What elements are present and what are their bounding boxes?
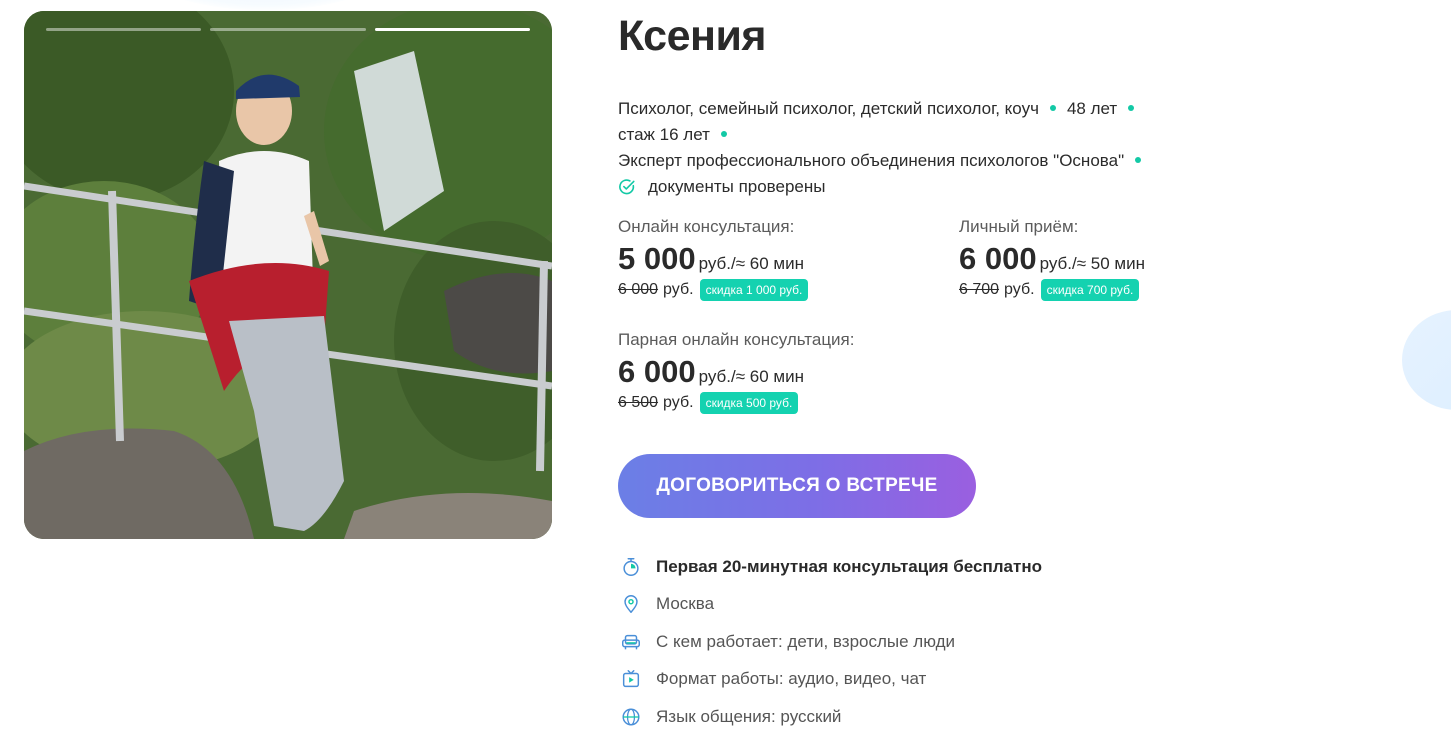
price-amount: 5 000 (618, 241, 696, 276)
gallery-progress-segment-3-active[interactable] (374, 28, 530, 31)
old-price: 6 000 (618, 281, 659, 298)
profile-age: 48 лет (1066, 99, 1118, 118)
documents-verified-label: документы проверены (648, 177, 826, 196)
price-amount: 6 000 (618, 354, 696, 389)
profile-name: Ксения (618, 12, 767, 60)
price-in-person: Личный приём: 6 000 руб./≈ 50 мин 6 700 ру… (959, 217, 1145, 301)
feature-text: Формат работы: аудио, видео, чат (656, 669, 927, 689)
price-unit: руб./≈ 60 мин (698, 254, 804, 273)
profile-specializations: Психолог, семейный психолог, детский пси… (618, 99, 1039, 118)
check-circle-icon (619, 179, 635, 195)
gallery-progress-segment-2[interactable] (210, 28, 366, 31)
price-unit: руб./≈ 50 мин (1039, 254, 1145, 273)
gallery-progress (46, 28, 530, 31)
background-decor-top (150, 0, 380, 10)
location-pin-icon (618, 591, 644, 617)
price-amount: 6 000 (959, 241, 1037, 276)
profile-photo (24, 11, 552, 539)
feature-clients: С кем работает: дети, взрослые люди (618, 623, 1042, 661)
separator-dot (1135, 157, 1142, 164)
profile-photo-gallery[interactable] (24, 11, 552, 539)
gallery-progress-segment-1[interactable] (46, 28, 202, 31)
feature-text: Первая 20-минутная консультация бесплатн… (656, 556, 1042, 576)
old-price: 6 700 (959, 281, 1000, 298)
background-decor-right (1402, 310, 1451, 410)
price-couple-online: Парная онлайн консультация: 6 000 руб./≈ … (618, 330, 854, 414)
stopwatch-icon (618, 554, 644, 580)
price-label: Личный приём: (959, 217, 1079, 236)
separator-dot (1128, 105, 1135, 112)
feature-text: Язык общения: русский (656, 706, 842, 726)
armchair-icon (618, 629, 644, 655)
separator-dot (1049, 105, 1056, 112)
profile-experience: стаж 16 лет (618, 125, 710, 144)
price-unit: руб./≈ 60 мин (698, 367, 804, 386)
discount-badge: скидка 500 руб. (699, 392, 799, 414)
video-play-icon (618, 666, 644, 692)
globe-icon (618, 704, 644, 730)
book-meeting-button[interactable]: ДОГОВОРИТЬСЯ О ВСТРЕЧЕ (618, 454, 976, 518)
price-label: Онлайн консультация: (618, 217, 795, 236)
profile-expert-affiliation: Эксперт профессионального объединения пс… (618, 151, 1125, 170)
feature-text: Москва (656, 594, 715, 614)
feature-free-consultation: Первая 20-минутная консультация бесплатн… (618, 548, 1042, 586)
feature-language: Язык общения: русский (618, 698, 1042, 734)
discount-badge: скидка 700 руб. (1040, 279, 1140, 301)
feature-format: Формат работы: аудио, видео, чат (618, 661, 1042, 699)
old-price-unit: руб. (663, 394, 694, 411)
feature-location: Москва (618, 586, 1042, 624)
profile-meta: Психолог, семейный психолог, детский пси… (618, 96, 1198, 200)
old-price-unit: руб. (1004, 281, 1035, 298)
separator-dot (720, 131, 727, 138)
price-label: Парная онлайн консультация: (618, 330, 855, 349)
discount-badge: скидка 1 000 руб. (699, 279, 809, 301)
features-list: Первая 20-минутная консультация бесплатн… (618, 548, 1042, 734)
price-online: Онлайн консультация: 5 000 руб./≈ 60 мин … (618, 217, 809, 301)
old-price-unit: руб. (663, 281, 694, 298)
old-price: 6 500 (618, 394, 659, 411)
feature-text: С кем работает: дети, взрослые люди (656, 631, 956, 651)
